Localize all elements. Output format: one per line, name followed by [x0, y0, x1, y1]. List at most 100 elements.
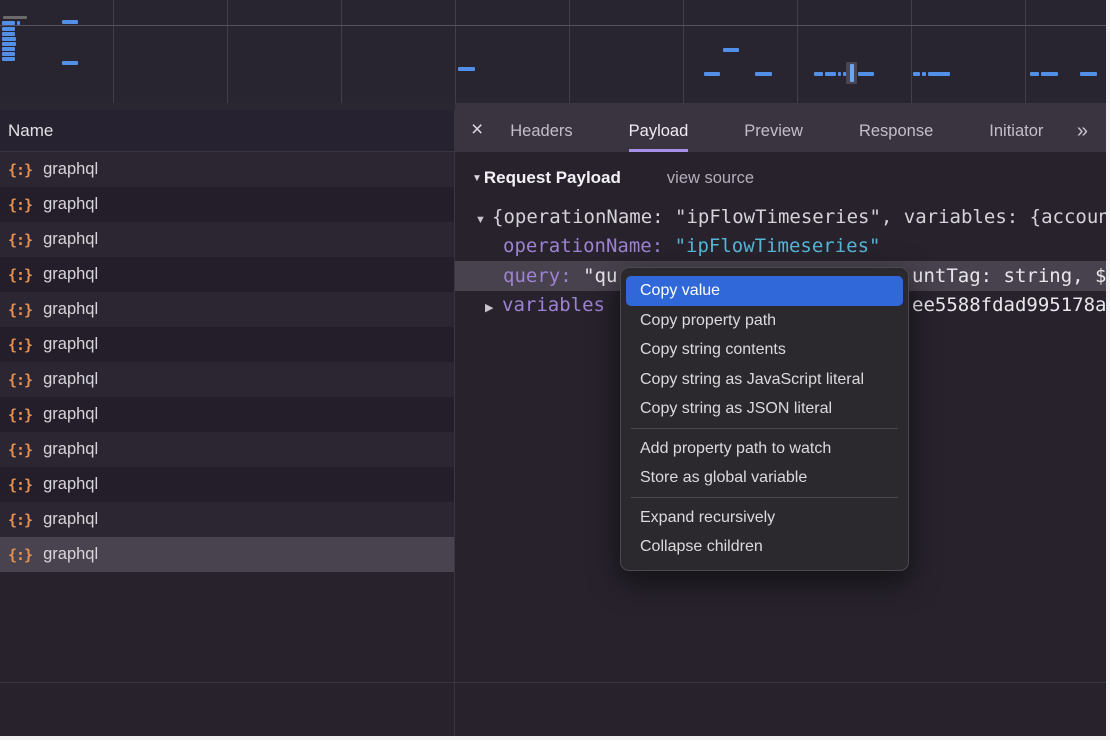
screenshot-edge-right: [1106, 0, 1110, 740]
overview-request-bar: [3, 16, 27, 19]
request-name-label: graphql: [43, 475, 98, 494]
request-row[interactable]: {:} graphql: [0, 362, 454, 397]
collapse-triangle-icon[interactable]: ▼: [472, 173, 482, 184]
close-icon[interactable]: ×: [455, 118, 483, 144]
request-row[interactable]: {:} graphql: [0, 467, 454, 502]
expand-arrow-icon[interactable]: ▶: [485, 294, 502, 320]
menu-item-copy-value[interactable]: Copy value: [626, 276, 903, 306]
overview-request-bar: [858, 72, 874, 76]
overview-hgridline: [0, 25, 1110, 26]
overview-request-bar: [1041, 72, 1058, 76]
overview-request-bar: [928, 72, 950, 76]
request-row[interactable]: {:} graphql: [0, 187, 454, 222]
payload-root-preview: {operationName: "ipFlowTimeseries", vari…: [492, 206, 1110, 228]
request-row[interactable]: {:} graphql: [0, 222, 454, 257]
menu-item-copy-string-contents[interactable]: Copy string contents: [621, 335, 908, 365]
overview-gridline: [911, 0, 912, 103]
variables-value-right: ee5588fdad995178a0: [912, 291, 1110, 320]
overview-request-bar: [2, 37, 16, 41]
request-name-label: graphql: [43, 370, 98, 389]
tab-headers[interactable]: Headers: [510, 110, 572, 152]
name-column-label: Name: [8, 121, 53, 140]
fetch-xhr-icon: {:}: [8, 336, 32, 354]
overview-request-bar: [2, 52, 15, 56]
overview-request-bar: [922, 72, 926, 76]
tab-preview[interactable]: Preview: [744, 110, 803, 152]
overview-request-bar: [704, 72, 720, 76]
request-row[interactable]: {:} graphql: [0, 502, 454, 537]
overview-bottom-strip-right: [455, 103, 1110, 110]
request-row[interactable]: {:} graphql: [0, 152, 454, 187]
view-source-link[interactable]: view source: [667, 169, 754, 187]
operation-key: operationName:: [503, 235, 675, 257]
fetch-xhr-icon: {:}: [8, 406, 32, 424]
overview-request-bar: [850, 64, 854, 82]
request-name-label: graphql: [43, 230, 98, 249]
request-row[interactable]: {:}graphql: [0, 327, 454, 362]
overview-gridline: [113, 0, 114, 103]
request-row[interactable]: {:} graphql: [0, 257, 454, 292]
fetch-xhr-icon: {:}: [8, 196, 32, 214]
network-overview-timeline[interactable]: [0, 0, 1110, 103]
overview-request-bar: [2, 42, 16, 46]
menu-item-copy-property-path[interactable]: Copy property path: [621, 306, 908, 336]
context-menu: Copy valueCopy property pathCopy string …: [620, 267, 909, 571]
request-name-label: graphql: [43, 195, 98, 214]
fetch-xhr-icon: {:}: [8, 266, 32, 284]
overview-request-bar: [913, 72, 920, 76]
menu-separator: [631, 497, 898, 498]
fetch-xhr-icon: {:}: [8, 476, 32, 494]
overview-request-bar: [755, 72, 772, 76]
overview-gridline: [1025, 0, 1026, 103]
overview-request-bar: [2, 21, 15, 25]
name-column-header[interactable]: Name: [0, 110, 454, 152]
requests-panel: Name {:} graphql {:} graphql {:} graphql {:} gr…: [0, 110, 455, 740]
request-row[interactable]: {:}graphql: [0, 397, 454, 432]
overview-request-bar: [1030, 72, 1039, 76]
overview-request-bar: [2, 47, 15, 51]
menu-item-copy-string-as-javascript-literal[interactable]: Copy string as JavaScript literal: [621, 365, 908, 395]
tab-payload[interactable]: Payload: [629, 110, 689, 152]
tab-initiator[interactable]: Initiator: [989, 110, 1043, 152]
overview-gridline: [455, 0, 456, 103]
fetch-xhr-icon: {:}: [8, 161, 32, 179]
request-name-label: graphql: [43, 545, 98, 564]
overview-request-bar: [814, 72, 823, 76]
screenshot-edge-bottom: [0, 736, 1110, 740]
request-row[interactable]: {:}graphql: [0, 292, 454, 327]
overview-gridline: [797, 0, 798, 103]
query-value-right: untTag: string, $f: [912, 261, 1110, 291]
menu-item-expand-recursively[interactable]: Expand recursively: [621, 503, 908, 533]
menu-item-collapse-children[interactable]: Collapse children: [621, 532, 908, 562]
details-tab-bar: × Headers Payload Preview Response Initiator…: [455, 110, 1110, 152]
overview-request-bar: [1080, 72, 1097, 76]
menu-item-copy-string-as-json-literal[interactable]: Copy string as JSON literal: [621, 394, 908, 424]
overview-request-bar: [62, 61, 78, 65]
payload-operation-row[interactable]: operationName: "ipFlowTimeseries": [455, 232, 1110, 261]
overview-gridline: [683, 0, 684, 103]
overview-request-bar: [62, 20, 78, 24]
fetch-xhr-icon: {:}: [8, 231, 32, 249]
request-row[interactable]: {:}graphql: [0, 537, 454, 572]
query-value-left: "qu: [583, 265, 617, 287]
request-name-label: graphql: [43, 265, 98, 284]
request-name-label: graphql: [43, 160, 98, 179]
operation-value: "ipFlowTimeseries": [675, 235, 881, 257]
request-name-label: graphql: [43, 510, 98, 529]
fetch-xhr-icon: {:}: [8, 371, 32, 389]
request-name-label: graphql: [43, 300, 98, 319]
tab-response[interactable]: Response: [859, 110, 933, 152]
menu-item-store-as-global-variable[interactable]: Store as global variable: [621, 463, 908, 493]
overview-gridline: [341, 0, 342, 103]
overview-request-bar: [17, 21, 20, 25]
fetch-xhr-icon: {:}: [8, 511, 32, 529]
overview-request-bar: [838, 72, 841, 76]
payload-root-row[interactable]: ▼{operationName: "ipFlowTimeseries", var…: [455, 203, 1110, 232]
menu-item-add-property-path-to-watch[interactable]: Add property path to watch: [621, 434, 908, 464]
footer-divider: [0, 682, 1110, 683]
overview-request-bar: [2, 27, 15, 31]
overview-request-bar: [458, 67, 475, 71]
request-row[interactable]: {:}graphql: [0, 432, 454, 467]
menu-separator: [631, 428, 898, 429]
expand-arrow-icon[interactable]: ▼: [475, 206, 492, 232]
